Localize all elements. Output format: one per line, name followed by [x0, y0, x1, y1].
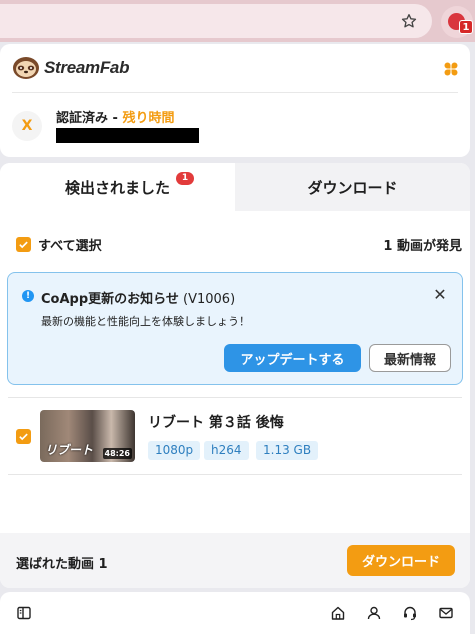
found-count: 1 動画が発見 — [383, 239, 462, 254]
header-card: StreamFab X 認証済み - 残り時間 — [0, 44, 470, 157]
redacted-account-info — [56, 128, 199, 143]
tab-detected-badge: 1 — [176, 172, 194, 185]
check-icon — [19, 241, 28, 249]
update-notice: ! CoApp更新のお知らせ (V1006) ✕ 最新の機能と性能向上を体験しま… — [7, 272, 463, 385]
tab-detected[interactable]: 検出されました — [0, 163, 235, 211]
browser-toolbar: 1 — [0, 0, 475, 42]
download-button[interactable]: ダウンロード — [347, 545, 455, 576]
video-title: リブート 第３話 後悔 — [148, 415, 284, 431]
home-icon[interactable] — [330, 605, 346, 621]
auth-status: 認証済み - — [56, 111, 123, 126]
select-all-checkbox[interactable] — [16, 237, 31, 252]
filesize-tag: 1.13 GB — [256, 441, 319, 460]
video-checkbox[interactable] — [16, 429, 31, 444]
main-panel: 検出されました 1 ダウンロード すべて選択 1 動画が発見 ! CoApp更新… — [0, 163, 470, 588]
streamfab-logo: StreamFab — [12, 56, 129, 80]
tab-detected-label: 検出されました — [64, 178, 170, 197]
codec-tag: h264 — [204, 441, 249, 460]
tab-download-label: ダウンロード — [307, 178, 398, 197]
close-icon[interactable]: ✕ — [431, 285, 449, 304]
check-icon — [19, 433, 28, 441]
sidebar-icon[interactable] — [16, 605, 32, 621]
video-duration: 48:26 — [102, 448, 132, 459]
video-thumbnail[interactable]: リブート 48:26 — [40, 410, 135, 462]
latest-info-button[interactable]: 最新情報 — [369, 344, 451, 372]
sloth-logo-icon — [13, 57, 39, 79]
list-divider-bottom — [8, 474, 462, 475]
notice-title: CoApp更新のお知らせ (V1006) — [41, 288, 235, 307]
bottom-nav — [0, 592, 470, 634]
menu-grid-icon[interactable] — [444, 62, 458, 76]
selection-bar: 選ばれた動画 1 ダウンロード — [0, 533, 470, 588]
remaining-time-link[interactable]: 残り時間 — [122, 111, 174, 126]
thumbnail-caption: リブート — [45, 443, 94, 457]
select-all-label[interactable]: すべて選択 — [38, 235, 102, 254]
auth-status-line: 認証済み - 残り時間 — [56, 107, 174, 126]
extension-badge: 1 — [459, 20, 473, 34]
header-divider — [12, 92, 458, 93]
support-icon[interactable] — [402, 605, 418, 621]
notice-body: 最新の機能と性能向上を体験しましょう！ — [41, 315, 250, 328]
mail-icon[interactable] — [438, 605, 454, 621]
star-icon[interactable] — [398, 10, 420, 32]
update-button[interactable]: アップデートする — [224, 344, 361, 372]
resolution-tag: 1080p — [148, 441, 201, 460]
user-icon[interactable] — [366, 605, 382, 621]
extension-icon[interactable]: 1 — [441, 6, 473, 38]
logo-text: StreamFab — [44, 58, 130, 77]
info-icon: ! — [22, 290, 34, 302]
selected-count-label: 選ばれた動画 1 — [16, 557, 108, 572]
tab-download[interactable]: ダウンロード — [235, 163, 470, 211]
notice-title-text: CoApp更新のお知らせ — [41, 292, 179, 307]
avatar[interactable]: X — [12, 111, 42, 141]
notice-version: (V1006) — [178, 292, 236, 307]
list-divider-top — [8, 397, 462, 398]
address-bar[interactable] — [0, 4, 432, 38]
